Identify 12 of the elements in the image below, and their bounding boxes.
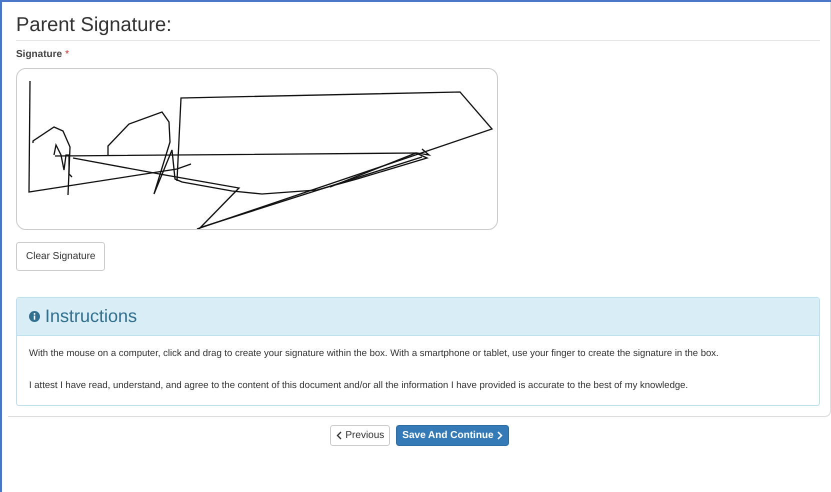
section-title: Parent Signature:: [16, 12, 820, 41]
signature-label: Signature: [16, 49, 62, 60]
instructions-text: With the mouse on a computer, click and drag to create your signature within the box. With a smartphone or tablet, use your finger to create the signature in the box.: [29, 347, 720, 361]
clear-signature-button[interactable]: Clear Signature: [16, 242, 106, 271]
info-icon: [29, 311, 40, 322]
instructions-title: Instructions: [45, 306, 138, 327]
previous-button[interactable]: Previous: [330, 425, 390, 446]
chevron-right-icon: [496, 431, 503, 440]
save-and-continue-button[interactable]: Save And Continue: [396, 425, 509, 446]
chevron-left-icon: [336, 431, 342, 440]
required-mark: *: [65, 49, 70, 60]
instructions-text: I attest I have read, understand, and agree to the content of this document and/or all the information I have provided is accurate to the best of my knowledge.: [29, 378, 690, 393]
